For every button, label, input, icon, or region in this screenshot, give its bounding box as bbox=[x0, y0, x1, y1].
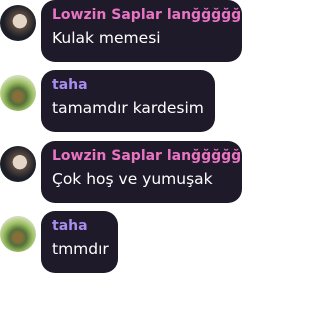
message-bubble: Lowzin Saplar lanğğğğğ Kulak memesi bbox=[41, 0, 242, 62]
username[interactable]: Lowzin Saplar lanğğğğğ bbox=[52, 6, 241, 24]
message-bubble: Lowzin Saplar lanğğğğğ Çok hoş ve yumuşa… bbox=[41, 141, 242, 203]
message-text: Çok hoş ve yumuşak bbox=[52, 170, 213, 188]
message-text: tamamdır kardesim bbox=[52, 99, 204, 117]
message-bubble: taha tamamdır kardesim bbox=[41, 70, 215, 132]
username[interactable]: Lowzin Saplar lanğğğğğ bbox=[52, 147, 241, 165]
message-text: Kulak memesi bbox=[52, 29, 161, 47]
message-bubble: taha tmmdır bbox=[41, 211, 118, 273]
message-text: tmmdır bbox=[52, 240, 109, 258]
avatar[interactable] bbox=[0, 146, 36, 182]
username[interactable]: taha bbox=[52, 76, 203, 94]
username[interactable]: taha bbox=[52, 217, 106, 235]
avatar[interactable] bbox=[0, 75, 36, 111]
avatar[interactable] bbox=[0, 5, 36, 41]
avatar[interactable] bbox=[0, 216, 36, 252]
